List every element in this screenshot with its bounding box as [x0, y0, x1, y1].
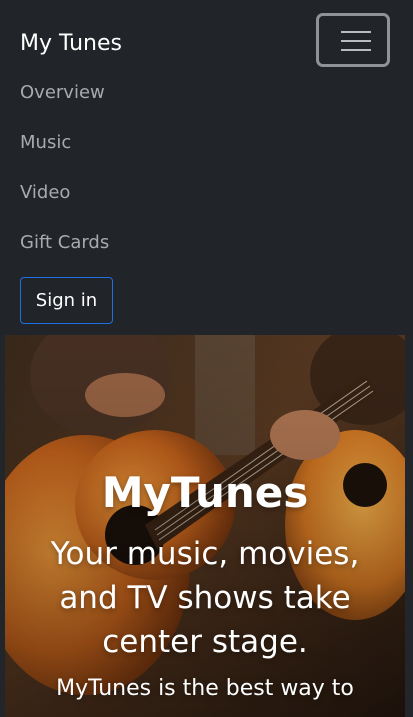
hero-subtitle: Your music, movies, and TV shows take ce… [50, 536, 360, 660]
nav-link-gift-cards[interactable]: Gift Cards [20, 231, 109, 255]
hero-title: MyTunes [101, 468, 309, 517]
sign-in-button[interactable]: Sign in [20, 277, 113, 324]
nav-link-overview[interactable]: Overview [20, 81, 105, 105]
hero-banner: MyTunes Your music, movies, and TV shows… [5, 335, 405, 717]
hamburger-menu-icon [341, 31, 371, 33]
nav-link-music[interactable]: Music [20, 131, 71, 155]
hamburger-menu-icon [341, 49, 371, 51]
hamburger-menu-icon [341, 40, 371, 42]
nav-link-video[interactable]: Video [20, 181, 70, 205]
navbar-toggler-button[interactable] [316, 13, 390, 67]
brand-link[interactable]: My Tunes [20, 29, 122, 59]
hero-description: MyTunes is the best way to [56, 676, 354, 701]
navbar: My Tunes Overview Music Video Gift Cards… [0, 0, 413, 335]
